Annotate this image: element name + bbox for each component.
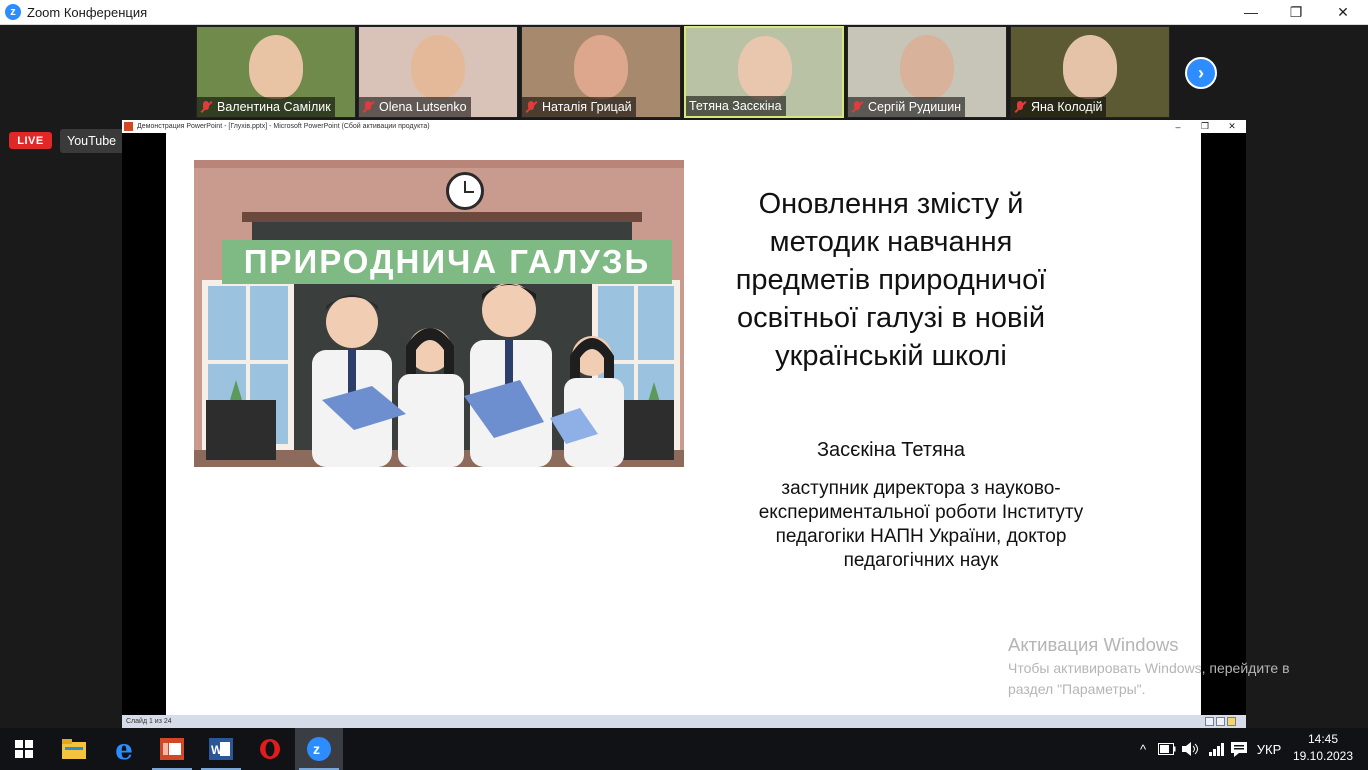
ppt-close-button[interactable]: ✕ bbox=[1219, 120, 1245, 133]
taskbar-word[interactable]: W bbox=[197, 728, 245, 770]
wifi-icon[interactable] bbox=[1206, 728, 1228, 770]
participant-video bbox=[249, 35, 303, 99]
activation-watermark-title: Активация Windows bbox=[1008, 634, 1179, 655]
participant-name: Яна Колодій bbox=[1031, 100, 1103, 114]
participant-tile[interactable]: Валентина Самілик bbox=[196, 26, 356, 118]
muted-mic-icon bbox=[851, 100, 864, 114]
participant-name-label: Сергій Рудишин bbox=[848, 97, 966, 117]
role-line: педагогіки НАПН України, доктор bbox=[775, 526, 1067, 547]
participant-name: Наталія Грицай bbox=[542, 100, 632, 114]
classroom-scene-image bbox=[194, 160, 684, 467]
classroom-illustration: ПРИРОДНИЧА ГАЛУЗЬ bbox=[194, 160, 684, 467]
participant-video-strip: Валентина Самілик Olena Lutsenko Наталія Г… bbox=[0, 25, 1368, 121]
muted-mic-icon bbox=[200, 100, 213, 114]
windows-logo-icon bbox=[15, 740, 33, 758]
participant-name-label: Яна Колодій bbox=[1011, 97, 1107, 117]
role-line: експериментальної роботи Інституту bbox=[758, 502, 1084, 523]
window-title: Zoom Конференция bbox=[27, 4, 148, 20]
powerpoint-window-title: Демонстрация PowerPoint - [Глухів.pptx] … bbox=[137, 123, 430, 130]
chat-icon[interactable] bbox=[1228, 728, 1250, 770]
ppt-maximize-button[interactable]: ❐ bbox=[1192, 120, 1218, 133]
battery-icon[interactable] bbox=[1156, 728, 1178, 770]
powerpoint-statusbar: Слайд 1 из 24 bbox=[122, 715, 1246, 728]
slide: ПРИРОДНИЧА ГАЛУЗЬ Оновлення змісту й мет… bbox=[166, 133, 1201, 715]
participant-name: Olena Lutsenko bbox=[379, 100, 467, 114]
participant-video bbox=[900, 35, 954, 99]
start-button[interactable] bbox=[0, 728, 48, 770]
volume-icon[interactable] bbox=[1180, 728, 1202, 770]
screen: z Zoom Конференция — ❐ ✕ Валентина Саміл… bbox=[0, 0, 1368, 770]
participant-name: Валентина Самілик bbox=[217, 100, 331, 114]
role-line: педагогічних наук bbox=[843, 550, 999, 571]
slide-title-line: Оновлення змісту й bbox=[758, 188, 1024, 220]
zoom-logo-icon: z bbox=[5, 4, 21, 20]
opera-icon bbox=[260, 739, 280, 759]
word-icon: W bbox=[209, 738, 233, 760]
slide-title: Оновлення змісту й методик навчання пред… bbox=[686, 185, 1096, 375]
slide-author: Засєкіна Тетяна bbox=[816, 439, 966, 461]
taskbar-edge[interactable]: e bbox=[100, 728, 148, 770]
slide-counter: Слайд 1 из 24 bbox=[126, 718, 172, 725]
ppt-minimize-button[interactable]: – bbox=[1165, 120, 1191, 133]
powerpoint-titlebar: Демонстрация PowerPoint - [Глухів.pptx] … bbox=[122, 120, 1246, 133]
participant-name-label: Тетяна Засєкіна bbox=[686, 96, 786, 116]
restore-button[interactable]: ❐ bbox=[1273, 0, 1319, 24]
participant-video bbox=[1063, 35, 1117, 99]
slide-title-line: методик навчання bbox=[769, 226, 1013, 258]
activation-watermark-text: Чтобы активировать Windows, перейдите в … bbox=[1008, 660, 1290, 697]
participant-name-label: Валентина Самілик bbox=[197, 97, 335, 117]
input-language-indicator[interactable]: УКР bbox=[1252, 728, 1286, 770]
zoom-titlebar: z Zoom Конференция — ❐ ✕ bbox=[0, 0, 1368, 25]
wall-clock-icon bbox=[446, 172, 484, 210]
chevron-right-icon: › bbox=[1198, 62, 1204, 83]
participant-tile[interactable]: Наталія Грицай bbox=[521, 26, 681, 118]
sorter-view-button[interactable] bbox=[1216, 717, 1225, 726]
participant-name: Тетяна Засєкіна bbox=[689, 99, 782, 113]
participant-name-label: Olena Lutsenko bbox=[359, 97, 471, 117]
tray-show-hidden-icons[interactable]: ^ bbox=[1134, 728, 1152, 770]
clock-time: 14:45 bbox=[1307, 732, 1339, 746]
slide-title-line: освітньої галузі в новій bbox=[736, 302, 1046, 334]
participant-video bbox=[574, 35, 628, 99]
slide-banner: ПРИРОДНИЧА ГАЛУЗЬ bbox=[222, 240, 672, 284]
slide-title-line: українській школі bbox=[775, 340, 1007, 372]
taskbar-clock[interactable]: 14:45 19.10.2023 bbox=[1290, 731, 1356, 765]
livestream-service-label: YouTube bbox=[67, 134, 117, 148]
edge-icon: e bbox=[115, 732, 133, 766]
taskbar-opera[interactable] bbox=[246, 728, 294, 770]
participant-tile[interactable]: Яна Колодій bbox=[1010, 26, 1170, 118]
slide-title-line: предметів природничої bbox=[735, 264, 1047, 296]
participant-tile[interactable]: Сергій Рудишин bbox=[847, 26, 1007, 118]
windows-taskbar: e W z ^ УКР 14:45 19.10.2023 bbox=[0, 728, 1368, 770]
taskbar-file-explorer[interactable] bbox=[50, 728, 98, 770]
slideshow-view-button[interactable] bbox=[1227, 717, 1236, 726]
zoom-icon: z bbox=[307, 737, 331, 761]
participant-name-label: Наталія Грицай bbox=[522, 97, 636, 117]
minimize-button[interactable]: — bbox=[1228, 0, 1274, 24]
participant-video bbox=[411, 35, 465, 99]
muted-mic-icon bbox=[362, 100, 375, 114]
participant-tile[interactable]: Тетяна Засєкіна bbox=[684, 26, 844, 118]
taskbar-powerpoint[interactable] bbox=[148, 728, 196, 770]
normal-view-button[interactable] bbox=[1205, 717, 1214, 726]
participant-tile[interactable]: Olena Lutsenko bbox=[358, 26, 518, 118]
clock-date: 19.10.2023 bbox=[1292, 749, 1354, 763]
participant-name: Сергій Рудишин bbox=[868, 100, 962, 114]
powerpoint-icon bbox=[160, 738, 184, 760]
role-line: заступник директора з науково- bbox=[781, 478, 1061, 499]
live-badge[interactable]: LIVE bbox=[9, 132, 52, 149]
powerpoint-app-icon bbox=[124, 122, 133, 131]
svg-text:W: W bbox=[211, 743, 223, 757]
participant-video bbox=[738, 36, 792, 100]
folder-icon bbox=[62, 739, 86, 759]
close-button[interactable]: ✕ bbox=[1320, 0, 1366, 24]
slide-author-role: заступник директора з науково- експериме… bbox=[721, 477, 1121, 573]
svg-text:z: z bbox=[313, 741, 320, 757]
next-page-button[interactable]: › bbox=[1185, 57, 1217, 89]
muted-mic-icon bbox=[525, 100, 538, 114]
taskbar-zoom[interactable]: z bbox=[295, 728, 343, 770]
muted-mic-icon bbox=[1014, 100, 1027, 114]
